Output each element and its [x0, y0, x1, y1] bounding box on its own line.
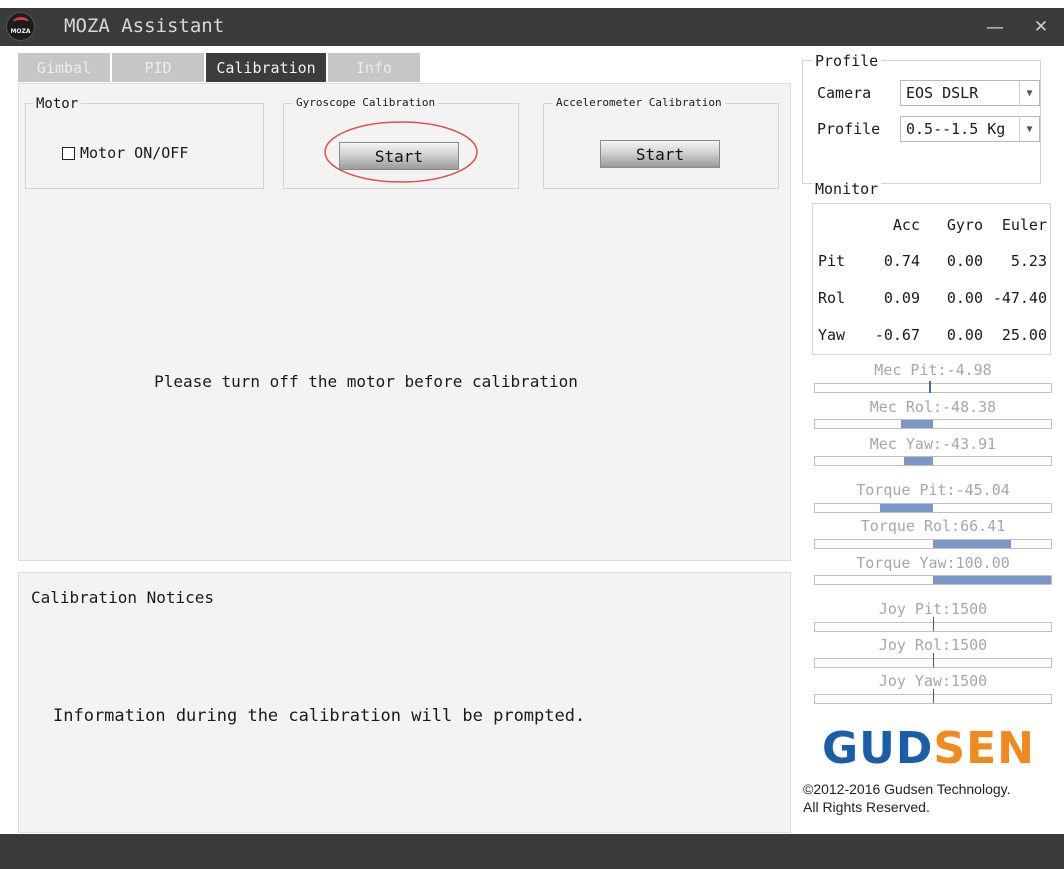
profile-select[interactable]: 0.5--1.5 Kg ▼	[900, 116, 1040, 142]
euler-rol-value: -47.40	[992, 289, 1047, 307]
camera-label: Camera	[817, 84, 872, 102]
acc-yaw-value: -0.67	[874, 326, 920, 344]
minimize-button[interactable]: —	[972, 8, 1018, 46]
brand-part-2: SEN	[933, 723, 1035, 774]
gyro-rol-value: 0.00	[946, 289, 983, 307]
joy-yaw-label: Joy Yaw:1500	[878, 672, 988, 690]
mec-rol-label: Mec Rol:-48.38	[869, 398, 997, 416]
euler-pit-value: 5.23	[1010, 252, 1047, 270]
row-label-rol: Rol	[818, 289, 846, 307]
joy-pit-label: Joy Pit:1500	[878, 600, 988, 618]
window-title: MOZA Assistant	[64, 15, 225, 37]
status-bar	[0, 834, 1064, 869]
header-gyro: Gyro	[946, 216, 983, 234]
motor-legend: Motor	[33, 96, 82, 112]
bar-fill	[879, 504, 933, 512]
euler-yaw-value: 25.00	[1001, 326, 1047, 344]
monitor-legend: Monitor	[812, 180, 882, 198]
brand-part-1: GUD	[822, 723, 934, 774]
header-euler: Euler	[1001, 216, 1047, 234]
notices-panel	[18, 572, 791, 833]
joy-rol-bar	[814, 653, 1052, 668]
chevron-down-icon: ▼	[1019, 81, 1039, 105]
gyro-pit-value: 0.00	[946, 252, 983, 270]
row-label-pit: Pit	[818, 252, 846, 270]
copyright-line-2: All Rights Reserved.	[803, 799, 930, 815]
torque-rol-label: Torque Rol:66.41	[860, 517, 1006, 535]
gudsen-logo: GUDSEN	[822, 727, 1034, 771]
mec-pit-bar	[814, 381, 1052, 393]
camera-select-value: EOS DSLR	[906, 84, 979, 102]
gyroscope-start-button[interactable]: Start	[339, 142, 459, 170]
bar-center-marker	[933, 689, 934, 703]
camera-select[interactable]: EOS DSLR ▼	[900, 80, 1040, 106]
torque-rol-bar	[814, 539, 1052, 549]
accelerometer-legend: Accelerometer Calibration	[553, 96, 725, 109]
torque-pit-bar	[814, 503, 1052, 513]
close-button[interactable]: ✕	[1018, 8, 1064, 46]
bar-fill	[933, 540, 1012, 548]
motor-checkbox-label: Motor ON/OFF	[80, 144, 189, 162]
joy-pit-bar	[814, 617, 1052, 632]
title-bar: MOZA MOZA Assistant — ✕	[0, 8, 1064, 46]
torque-yaw-bar	[814, 575, 1052, 585]
bar-fill	[933, 576, 1051, 584]
mec-yaw-label: Mec Yaw:-43.91	[869, 435, 997, 453]
bar-fill	[904, 457, 933, 465]
logo-text: MOZA	[10, 28, 31, 35]
torque-pit-label: Torque Pit:-45.04	[856, 481, 1010, 499]
calibration-message: Please turn off the motor before calibra…	[154, 372, 578, 391]
profile-label: Profile	[817, 120, 881, 138]
mec-pit-label: Mec Pit:-4.98	[874, 361, 992, 379]
bar-marker	[928, 381, 931, 393]
tab-calibration[interactable]: Calibration	[206, 53, 326, 82]
moza-logo-icon: MOZA	[6, 12, 35, 41]
profile-legend: Profile	[812, 52, 882, 70]
mec-yaw-bar	[814, 456, 1052, 466]
chevron-down-icon: ▼	[1019, 117, 1039, 141]
profile-select-value: 0.5--1.5 Kg	[906, 120, 1006, 138]
tab-info[interactable]: Info	[328, 53, 420, 82]
bar-center-marker	[933, 653, 934, 667]
copyright-text: ©2012-2016 Gudsen Technology. All Rights…	[803, 780, 1011, 816]
tab-pid[interactable]: PID	[112, 53, 204, 82]
notices-info: Information during the calibration will …	[53, 706, 586, 726]
gyroscope-legend: Gyroscope Calibration	[293, 96, 439, 109]
header-acc: Acc	[892, 216, 920, 234]
mec-rol-bar	[814, 419, 1052, 429]
acc-rol-value: 0.09	[883, 289, 920, 307]
bar-center-marker	[933, 617, 934, 631]
joy-yaw-bar	[814, 689, 1052, 704]
accelerometer-start-button[interactable]: Start	[600, 140, 720, 168]
copyright-line-1: ©2012-2016 Gudsen Technology.	[803, 781, 1011, 797]
joy-rol-label: Joy Rol:1500	[878, 636, 988, 654]
gyro-yaw-value: 0.00	[946, 326, 983, 344]
bar-fill	[901, 420, 933, 428]
motor-checkbox[interactable]	[62, 147, 75, 160]
torque-yaw-label: Torque Yaw:100.00	[856, 554, 1010, 572]
notices-title: Calibration Notices	[31, 588, 215, 607]
row-label-yaw: Yaw	[818, 326, 846, 344]
acc-pit-value: 0.74	[883, 252, 920, 270]
tab-gimbal[interactable]: Gimbal	[18, 53, 110, 82]
